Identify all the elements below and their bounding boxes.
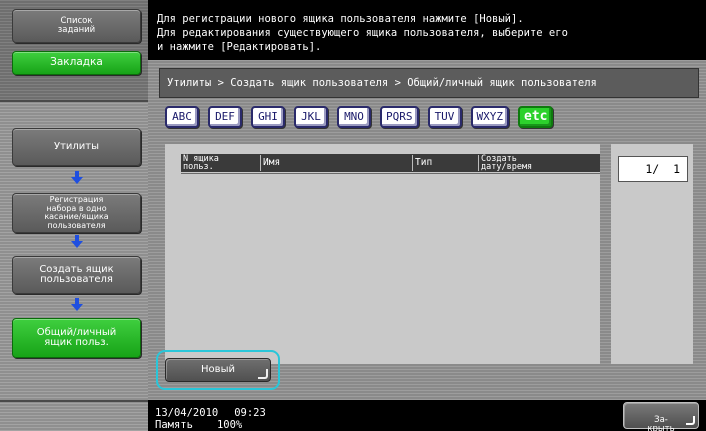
step-one-touch-registration[interactable]: Регистрация набора в одно касание/ящика … <box>12 193 141 233</box>
tab-tuv[interactable]: TUV <box>427 106 462 128</box>
arrow-down-icon <box>71 235 83 248</box>
corner-mark-icon <box>686 416 695 425</box>
status-date: 13/04/2010 <box>155 407 219 419</box>
close-button-label: За- крыть <box>647 415 675 431</box>
status-time: 09:23 <box>234 407 266 419</box>
main-panel: Утилиты > Создать ящик пользователя > Об… <box>148 60 706 400</box>
left-divider <box>0 100 148 102</box>
instruction-message: Для регистрации нового ящика пользовател… <box>148 0 706 60</box>
status-bar: 13/04/2010 09:23 Память 100% За- крыть <box>148 400 706 431</box>
column-box-number: N ящика польз. <box>181 155 261 171</box>
bookmark-button[interactable]: Закладка <box>12 51 141 75</box>
step-create-user-box[interactable]: Создать ящик пользователя <box>12 256 141 294</box>
page-indicator: 1/ 1 <box>618 156 688 182</box>
column-type: Тип <box>413 155 479 171</box>
table-header-rule <box>181 173 600 174</box>
table-header: N ящика польз. Имя Тип Создать дату/врем… <box>181 154 600 172</box>
step-utilities[interactable]: Утилиты <box>12 128 141 166</box>
memory-value: 100% <box>216 419 243 431</box>
arrow-down-icon <box>71 298 83 311</box>
tab-jkl[interactable]: JKL <box>294 106 328 128</box>
tab-wxyz[interactable]: WXYZ <box>470 106 509 128</box>
column-created: Создать дату/время <box>481 154 533 172</box>
step-public-personal-box[interactable]: Общий/личный ящик польз. <box>12 318 141 358</box>
new-button-highlight: Новый <box>156 350 280 390</box>
column-name: Имя <box>261 155 413 171</box>
index-tabs: ABC DEF GHI JKL MNO PQRS TUV WXYZ etc <box>165 106 554 130</box>
user-box-list[interactable]: N ящика польз. Имя Тип Создать дату/врем… <box>165 144 600 364</box>
tab-abc[interactable]: ABC <box>165 106 199 128</box>
memory-label: Память <box>155 419 193 431</box>
job-list-button[interactable]: Список заданий <box>12 9 141 43</box>
left-panel: Список заданий Закладка Утилиты Регистра… <box>0 0 148 431</box>
arrow-down-icon <box>71 171 83 184</box>
new-button-label: Новый <box>201 364 235 375</box>
tab-ghi[interactable]: GHI <box>251 106 285 128</box>
tab-etc[interactable]: etc <box>518 106 554 128</box>
breadcrumb: Утилиты > Создать ящик пользователя > Об… <box>159 68 699 98</box>
tab-def[interactable]: DEF <box>208 106 242 128</box>
left-bottom-divider <box>0 400 148 402</box>
new-button[interactable]: Новый <box>165 358 271 382</box>
tab-pqrs[interactable]: PQRS <box>380 106 419 128</box>
close-button[interactable]: За- крыть <box>623 402 699 431</box>
tab-mno[interactable]: MNO <box>337 106 371 128</box>
page-panel: 1/ 1 <box>611 144 693 364</box>
corner-mark-icon <box>258 369 268 379</box>
